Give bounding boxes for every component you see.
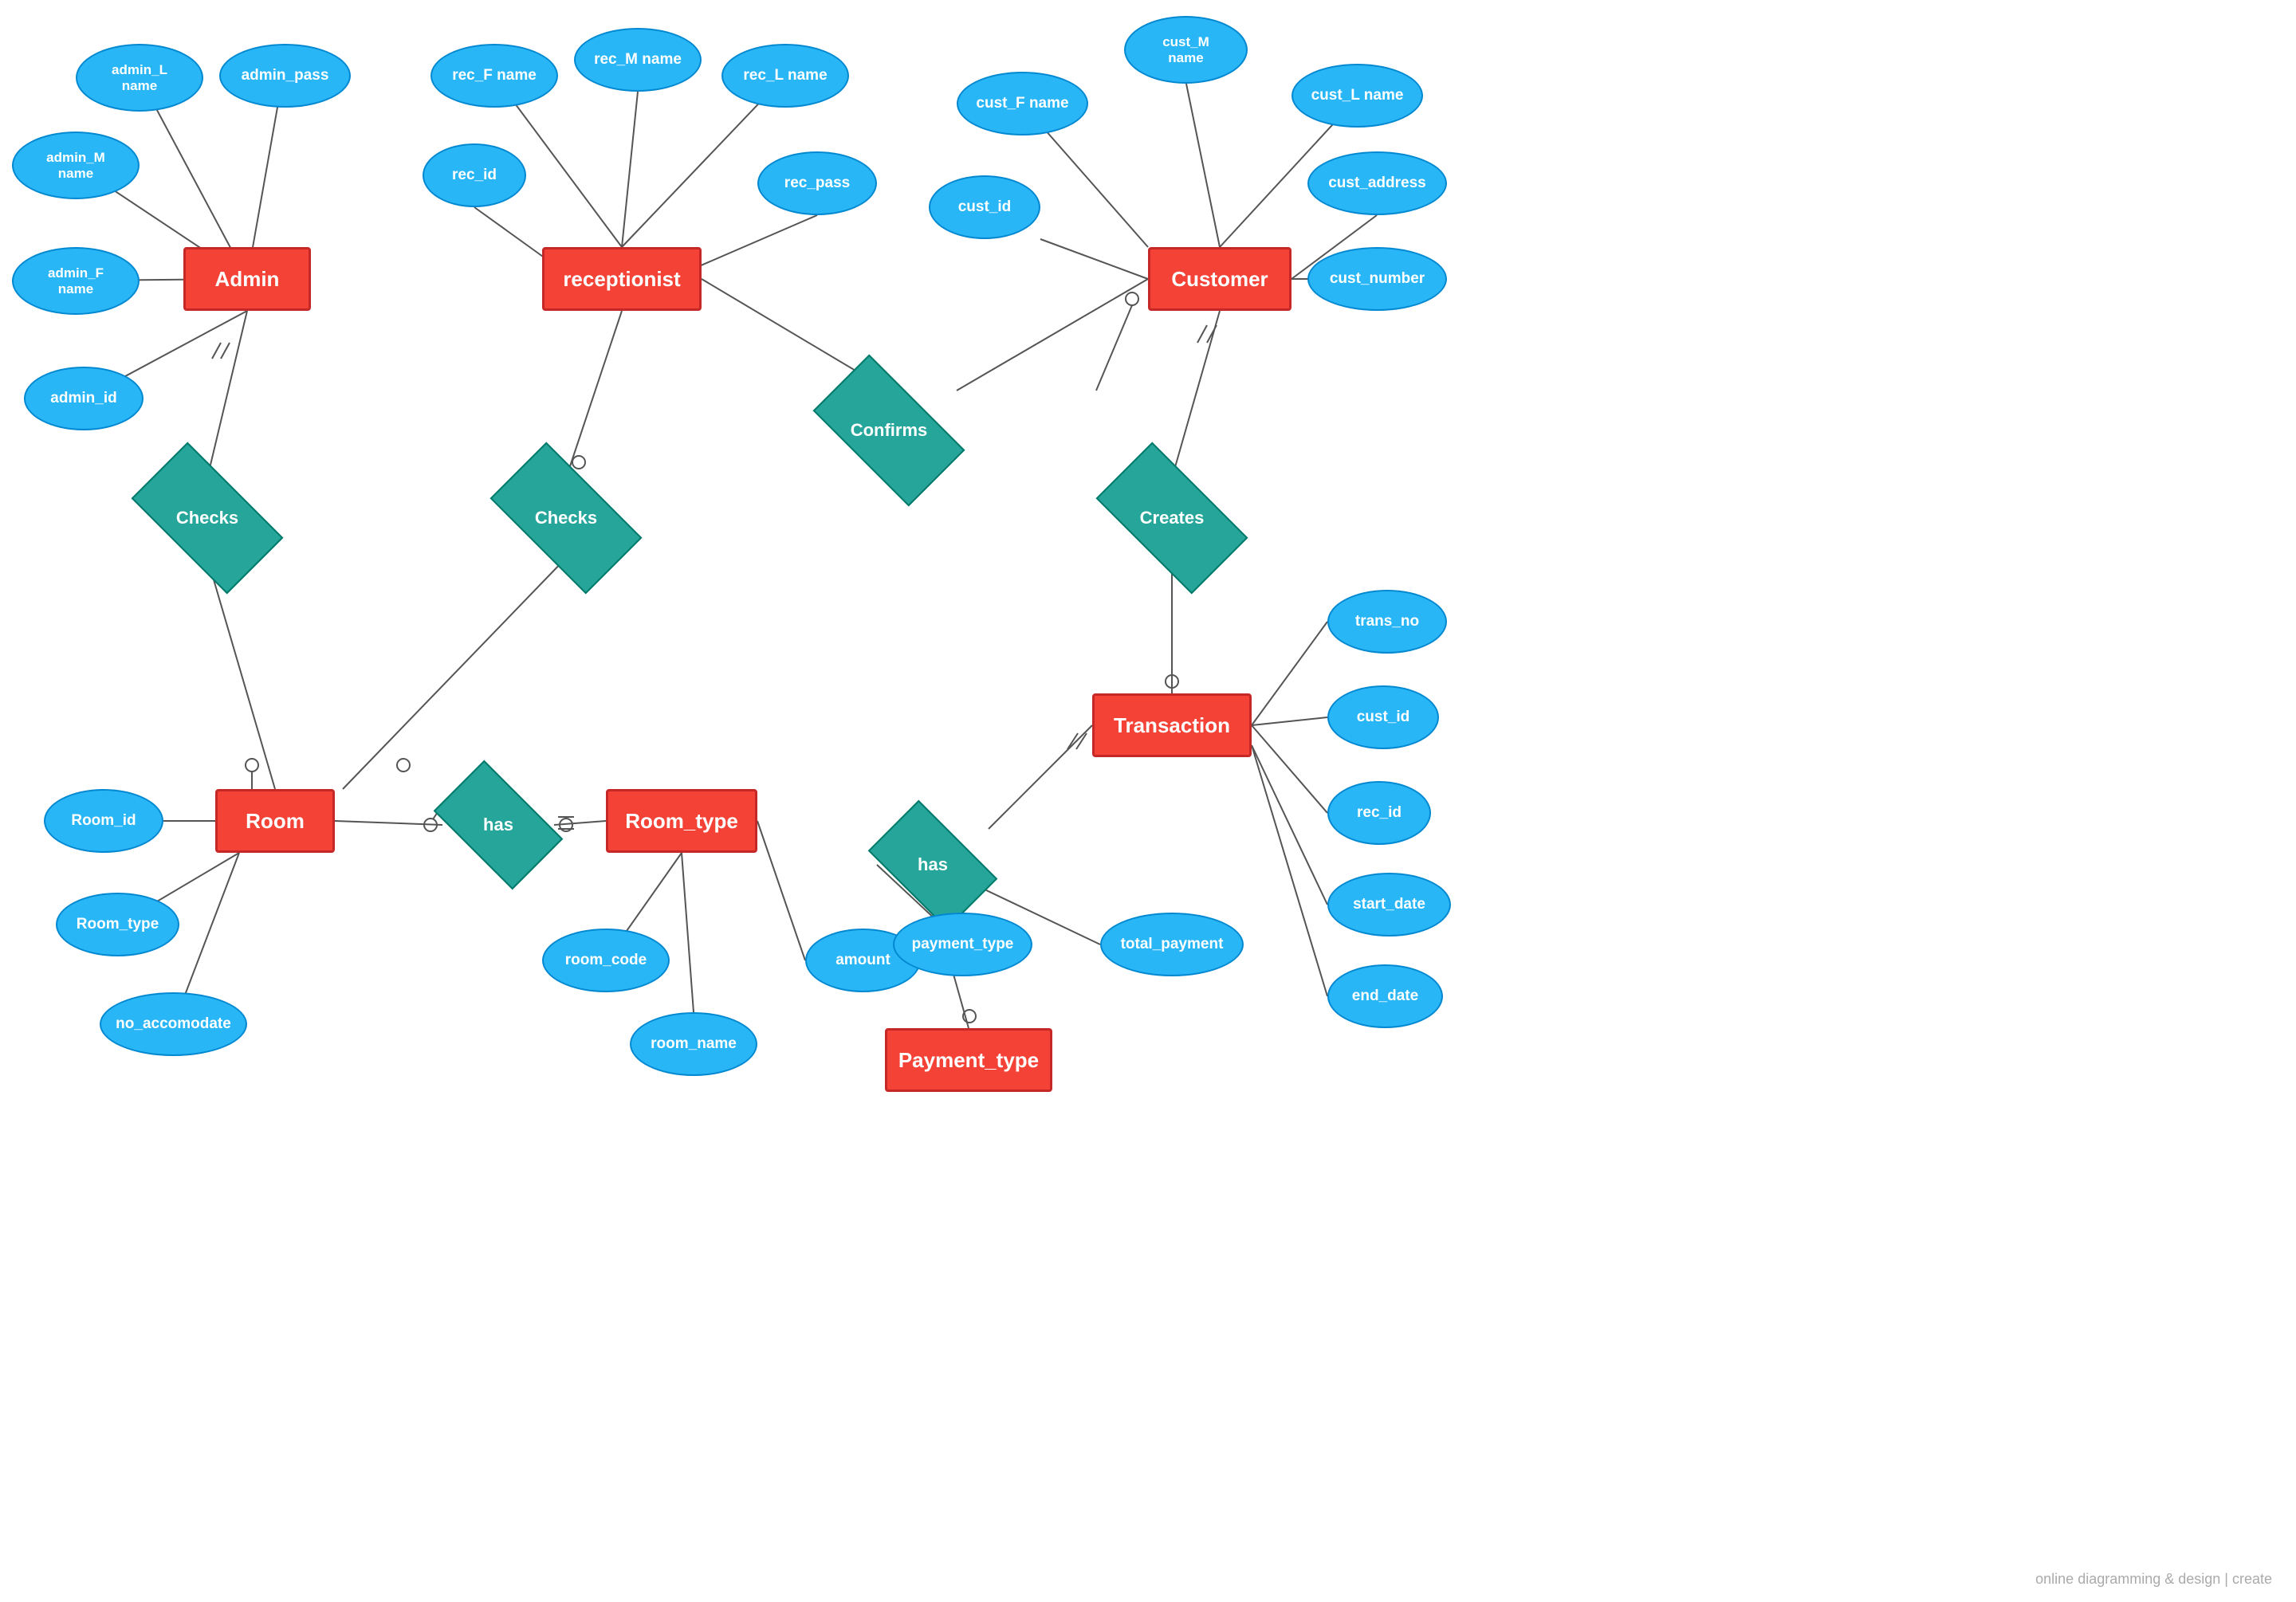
attr-rec-pass: rec_pass [757, 151, 877, 215]
attr-cust-m-name: cust_Mname [1124, 16, 1248, 84]
entity-admin: Admin [183, 247, 311, 311]
rel-checks-admin: Checks [140, 478, 275, 558]
attr-cust-id-t: cust_id [1327, 685, 1439, 749]
rel-has-trans: has [877, 829, 989, 901]
attr-room-code: room_code [542, 929, 670, 992]
attr-cust-l-name: cust_L name [1292, 64, 1423, 128]
attr-cust-number: cust_number [1307, 247, 1447, 311]
attr-rec-m-name: rec_M name [574, 28, 702, 92]
entity-room: Room [215, 789, 335, 853]
connections-svg [0, 0, 2296, 1602]
attr-total-payment: total_payment [1100, 913, 1244, 976]
attr-room-name: room_name [630, 1012, 757, 1076]
attr-payment-type: payment_type [893, 913, 1032, 976]
entity-customer: Customer [1148, 247, 1292, 311]
attr-rec-l-name: rec_L name [721, 44, 849, 108]
attr-admin-l-name: admin_Lname [76, 44, 203, 112]
attr-rec-id: rec_id [423, 143, 526, 207]
entity-room-type: Room_type [606, 789, 757, 853]
attr-cust-address: cust_address [1307, 151, 1447, 215]
attr-rec-id-t: rec_id [1327, 781, 1431, 845]
attr-room-id: Room_id [44, 789, 163, 853]
rel-checks-rec: Checks [498, 478, 634, 558]
rel-confirms: Confirms [821, 391, 957, 470]
watermark: online diagramming & design | create [2035, 1571, 2272, 1588]
entity-transaction: Transaction [1092, 693, 1252, 757]
attr-start-date: start_date [1327, 873, 1451, 936]
entity-receptionist: receptionist [542, 247, 702, 311]
attr-end-date: end_date [1327, 964, 1443, 1028]
attr-admin-m-name: admin_Mname [12, 132, 140, 199]
attr-no-accomodate: no_accomodate [100, 992, 247, 1056]
rel-creates: Creates [1104, 478, 1240, 558]
erd-diagram: Admin receptionist Customer Room Room_ty… [0, 0, 2296, 1602]
attr-cust-f-name: cust_F name [957, 72, 1088, 135]
rel-has-room: has [442, 789, 554, 861]
attr-admin-id: admin_id [24, 367, 144, 430]
attr-rec-f-name: rec_F name [431, 44, 558, 108]
attr-cust-id: cust_id [929, 175, 1040, 239]
attr-room-type-a: Room_type [56, 893, 179, 956]
attr-trans-no: trans_no [1327, 590, 1447, 654]
entity-payment-type: Payment_type [885, 1028, 1052, 1092]
attr-admin-pass: admin_pass [219, 44, 351, 108]
attr-admin-f-name: admin_Fname [12, 247, 140, 315]
